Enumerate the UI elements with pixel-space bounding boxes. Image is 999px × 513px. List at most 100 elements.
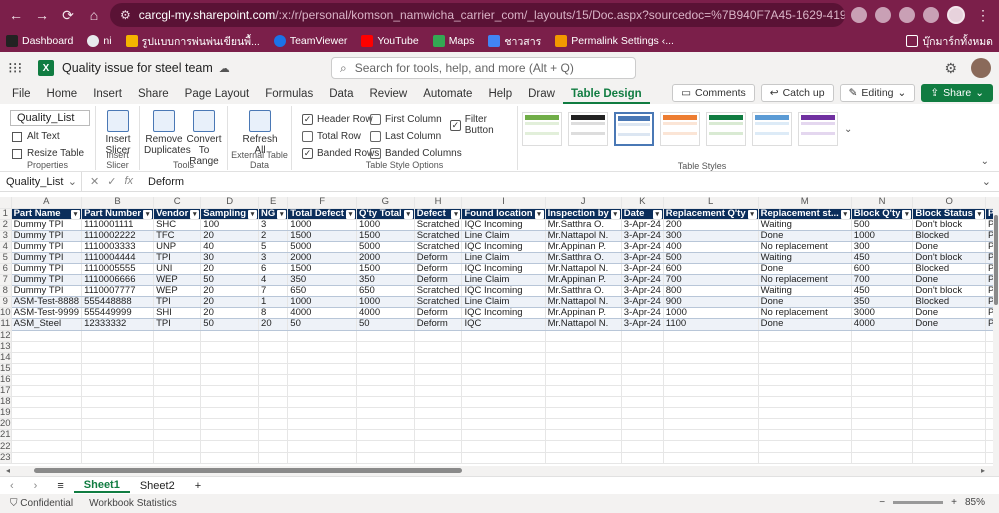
- row-number[interactable]: 6: [0, 263, 12, 276]
- table-cell[interactable]: Mr.Satthra O.: [545, 219, 622, 231]
- empty-cell[interactable]: [81, 418, 155, 431]
- table-header-cell[interactable]: Block Q'ty ▾: [851, 208, 914, 220]
- empty-cell[interactable]: [287, 330, 357, 342]
- table-cell[interactable]: 3-Apr-24: [621, 219, 664, 231]
- empty-cell[interactable]: [461, 396, 546, 409]
- bookmark-thai[interactable]: รูปแบบการพ่นพ่นเขียนพื้...: [125, 33, 260, 50]
- row-number[interactable]: 8: [0, 285, 12, 298]
- table-style-green-light[interactable]: [522, 112, 562, 146]
- empty-cell[interactable]: [200, 341, 260, 353]
- empty-cell[interactable]: [200, 418, 260, 431]
- table-cell[interactable]: Line Claim: [461, 230, 546, 242]
- bookmark-dashboard[interactable]: Dashboard: [6, 35, 73, 47]
- tab-data[interactable]: Data: [321, 84, 361, 104]
- tab-insert[interactable]: Insert: [85, 84, 130, 104]
- empty-cell[interactable]: [758, 429, 852, 442]
- table-cell[interactable]: Mr.Appinan P.: [545, 241, 622, 253]
- empty-cell[interactable]: [758, 452, 852, 464]
- table-cell[interactable]: 3-Apr-24: [621, 307, 664, 320]
- empty-cell[interactable]: [461, 352, 546, 364]
- empty-cell[interactable]: [11, 363, 83, 375]
- empty-cell[interactable]: [758, 352, 852, 364]
- empty-cell[interactable]: [258, 385, 289, 398]
- table-style-light-blue[interactable]: [752, 112, 792, 146]
- table-cell[interactable]: 1000: [287, 219, 357, 231]
- empty-cell[interactable]: [545, 330, 622, 342]
- empty-cell[interactable]: [153, 341, 202, 353]
- empty-cell[interactable]: [356, 330, 415, 342]
- empty-cell[interactable]: [258, 440, 289, 453]
- table-cell[interactable]: 6: [258, 263, 289, 276]
- empty-cell[interactable]: [258, 396, 289, 409]
- filter-dropdown-icon[interactable]: ▾: [747, 209, 757, 219]
- table-cell[interactable]: 5000: [287, 241, 357, 253]
- filter-dropdown-icon[interactable]: ▾: [652, 209, 662, 219]
- comments-button[interactable]: ▭ Comments: [672, 84, 755, 102]
- empty-cell[interactable]: [621, 452, 664, 464]
- table-cell[interactable]: 1110005555: [81, 263, 155, 276]
- table-cell[interactable]: 500: [663, 252, 759, 264]
- empty-cell[interactable]: [851, 330, 914, 342]
- table-cell[interactable]: 4000: [287, 307, 357, 320]
- banded-rows-checkbox[interactable]: ✓ Banded Rows: [302, 148, 379, 159]
- empty-cell[interactable]: [153, 374, 202, 387]
- empty-cell[interactable]: [912, 374, 986, 387]
- column-header[interactable]: F: [287, 197, 357, 209]
- empty-cell[interactable]: [851, 429, 914, 442]
- table-cell[interactable]: 450: [851, 252, 914, 264]
- column-header[interactable]: K: [621, 197, 664, 209]
- sensitivity-label[interactable]: ⛉ Confidential: [10, 498, 73, 509]
- sheet-nav-right-icon[interactable]: ›: [24, 480, 48, 492]
- empty-cell[interactable]: [912, 363, 986, 375]
- table-cell[interactable]: Scratched: [414, 219, 463, 231]
- empty-cell[interactable]: [912, 429, 986, 442]
- empty-cell[interactable]: [11, 385, 83, 398]
- table-cell[interactable]: 450: [851, 285, 914, 298]
- table-cell[interactable]: Dummy TPI: [11, 219, 83, 231]
- table-cell[interactable]: Mr.Nattapol N.: [545, 318, 622, 331]
- table-style-green[interactable]: [706, 112, 746, 146]
- empty-cell[interactable]: [258, 341, 289, 353]
- scroll-right-icon[interactable]: ▸: [981, 466, 985, 475]
- table-style-orange[interactable]: [660, 112, 700, 146]
- filter-dropdown-icon[interactable]: ▾: [190, 209, 200, 219]
- table-cell[interactable]: 300: [663, 230, 759, 242]
- table-cell[interactable]: SHC: [153, 219, 202, 231]
- table-cell[interactable]: 1500: [287, 230, 357, 242]
- header-row-checkbox[interactable]: ✓ Header Row: [302, 114, 373, 125]
- empty-cell[interactable]: [851, 341, 914, 353]
- empty-cell[interactable]: [851, 440, 914, 453]
- empty-cell[interactable]: [912, 352, 986, 364]
- empty-cell[interactable]: [461, 418, 546, 431]
- home-icon[interactable]: ⌂: [84, 5, 104, 25]
- table-cell[interactable]: Dummy TPI: [11, 274, 83, 287]
- table-cell[interactable]: 555448888: [81, 296, 155, 309]
- table-cell[interactable]: 5: [258, 241, 289, 253]
- table-cell[interactable]: TFC: [153, 230, 202, 242]
- gear-icon[interactable]: ⚙: [944, 60, 957, 77]
- table-header-cell[interactable]: Replacement Q'ty ▾: [663, 208, 759, 220]
- table-cell[interactable]: Done: [912, 241, 986, 253]
- table-cell[interactable]: 3: [258, 252, 289, 264]
- empty-cell[interactable]: [851, 396, 914, 409]
- empty-cell[interactable]: [621, 418, 664, 431]
- table-cell[interactable]: TPI: [153, 296, 202, 309]
- empty-cell[interactable]: [851, 385, 914, 398]
- row-number[interactable]: 16: [0, 374, 12, 387]
- table-cell[interactable]: Deform: [414, 318, 463, 331]
- table-cell[interactable]: 3-Apr-24: [621, 285, 664, 298]
- empty-cell[interactable]: [287, 418, 357, 431]
- empty-cell[interactable]: [461, 385, 546, 398]
- empty-cell[interactable]: [621, 440, 664, 453]
- empty-cell[interactable]: [81, 374, 155, 387]
- table-header-cell[interactable]: NG ▾: [258, 208, 289, 220]
- empty-cell[interactable]: [461, 363, 546, 375]
- column-header[interactable]: B: [81, 197, 155, 209]
- table-cell[interactable]: Don't block: [912, 285, 986, 298]
- table-cell[interactable]: Done: [758, 263, 852, 276]
- empty-cell[interactable]: [621, 407, 664, 420]
- profile-avatar[interactable]: [947, 6, 965, 24]
- table-cell[interactable]: Scratched: [414, 230, 463, 242]
- empty-cell[interactable]: [621, 352, 664, 364]
- table-cell[interactable]: 12333332: [81, 318, 155, 331]
